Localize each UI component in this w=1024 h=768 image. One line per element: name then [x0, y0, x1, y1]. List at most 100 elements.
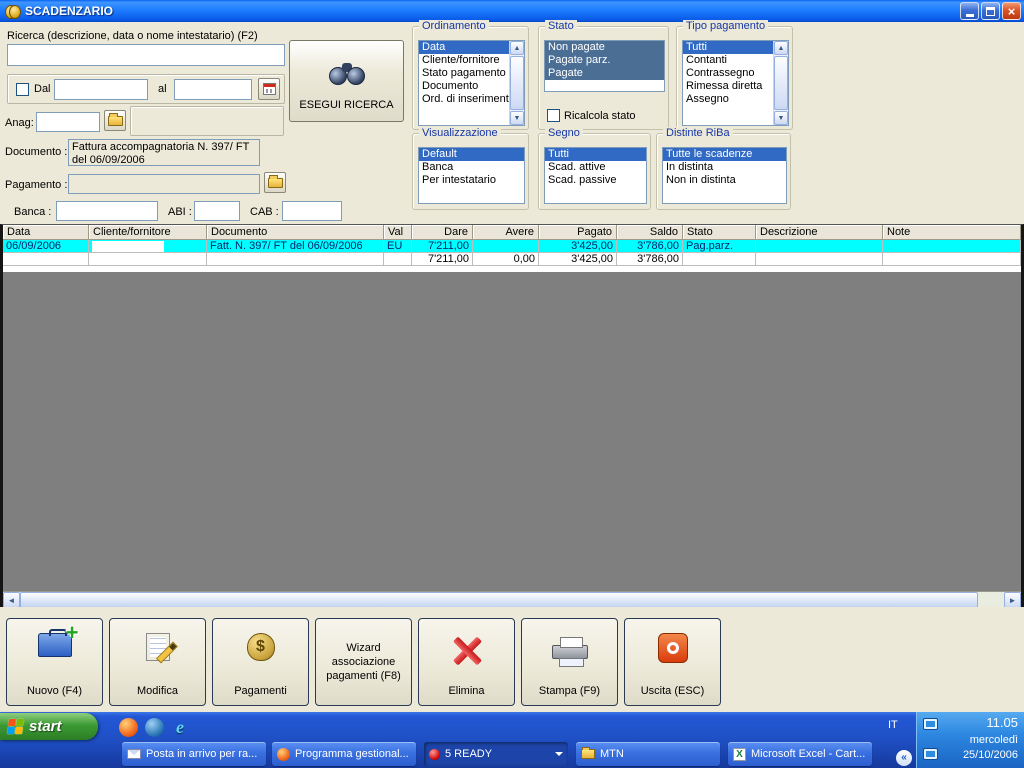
- uscita-button[interactable]: Uscita (ESC): [624, 618, 721, 706]
- language-indicator[interactable]: IT: [888, 719, 898, 731]
- anag-input[interactable]: [36, 112, 100, 132]
- list-item[interactable]: Rimessa diretta: [683, 80, 773, 93]
- taskbar-item-excel[interactable]: X Microsoft Excel - Cart...: [728, 742, 872, 766]
- edit-icon: [145, 633, 170, 661]
- list-item[interactable]: Documento: [419, 80, 509, 93]
- ricerca-input[interactable]: [7, 44, 285, 66]
- quicklaunch-mail-icon[interactable]: [144, 717, 164, 737]
- list-item[interactable]: Pagate parz.: [545, 54, 664, 67]
- column-header[interactable]: Descrizione: [756, 225, 883, 240]
- anag-lookup-button[interactable]: [104, 110, 126, 131]
- quicklaunch-ie-icon[interactable]: e: [170, 717, 190, 737]
- list-item[interactable]: In distinta: [663, 161, 786, 174]
- scroll-right-icon[interactable]: ►: [1004, 592, 1021, 608]
- list-item[interactable]: Scad. attive: [545, 161, 646, 174]
- column-header[interactable]: Documento: [207, 225, 384, 240]
- column-header[interactable]: Cliente/fornitore: [89, 225, 207, 240]
- scrollbar-vertical[interactable]: ▲ ▼: [773, 41, 788, 125]
- dal-input[interactable]: [54, 79, 148, 100]
- minimize-button[interactable]: [960, 2, 979, 20]
- list-item[interactable]: Tutti: [683, 41, 773, 54]
- quicklaunch-firefox-icon[interactable]: [118, 717, 138, 737]
- distinte-riba-listbox[interactable]: Tutte le scadenze In distinta Non in dis…: [662, 147, 787, 204]
- tray-computer-icon[interactable]: [923, 748, 938, 760]
- pagamento-lookup-button[interactable]: [264, 172, 286, 193]
- al-input[interactable]: [174, 79, 252, 100]
- column-header[interactable]: Saldo: [617, 225, 683, 240]
- list-item[interactable]: Non pagate: [545, 41, 664, 54]
- esegui-ricerca-button[interactable]: ESEGUI RICERCA: [289, 40, 404, 122]
- list-item[interactable]: Tutti: [545, 148, 646, 161]
- visualizzazione-listbox[interactable]: Default Banca Per intestatario: [418, 147, 525, 204]
- abi-input[interactable]: [194, 201, 240, 221]
- clock-time[interactable]: 11.05: [986, 715, 1018, 730]
- list-item[interactable]: Per intestatario: [419, 174, 524, 187]
- cell-avere: [473, 240, 539, 252]
- close-button[interactable]: ×: [1002, 2, 1021, 20]
- column-header[interactable]: Dare: [412, 225, 473, 240]
- scroll-thumb[interactable]: [774, 56, 788, 110]
- list-item[interactable]: Tutte le scadenze: [663, 148, 786, 161]
- list-item[interactable]: Pagate: [545, 67, 664, 80]
- group-visualizzazione: Visualizzazione Default Banca Per intest…: [412, 127, 529, 210]
- taskbar-item-ready[interactable]: 5 READY: [424, 742, 568, 766]
- list-item[interactable]: Ord. di inserimento: [419, 93, 509, 106]
- stato-listbox[interactable]: Non pagate Pagate parz. Pagate: [544, 40, 665, 92]
- dropdown-arrow-icon[interactable]: [555, 752, 563, 760]
- elimina-button[interactable]: Elimina: [418, 618, 515, 706]
- tray-chevron-icon[interactable]: «: [896, 750, 912, 766]
- list-item[interactable]: Default: [419, 148, 524, 161]
- scrollbar-horizontal[interactable]: ◄ ►: [3, 591, 1021, 608]
- modifica-button[interactable]: Modifica: [109, 618, 206, 706]
- list-item[interactable]: Banca: [419, 161, 524, 174]
- scroll-thumb[interactable]: [510, 56, 524, 110]
- cell-dare: 7'211,00: [412, 240, 473, 252]
- cell-data: 06/09/2006: [3, 240, 89, 252]
- list-item[interactable]: Non in distinta: [663, 174, 786, 187]
- cab-input[interactable]: [282, 201, 342, 221]
- taskbar-item-posta[interactable]: Posta in arrivo per ra...: [122, 742, 266, 766]
- table-row-selected[interactable]: 06/09/2006 Fatt. N. 397/ FT del 06/09/20…: [3, 240, 1021, 253]
- ricalcola-stato-checkbox[interactable]: [547, 109, 560, 122]
- maximize-button[interactable]: [981, 2, 1000, 20]
- scrollbar-vertical[interactable]: ▲ ▼: [509, 41, 524, 125]
- column-header[interactable]: Pagato: [539, 225, 617, 240]
- scroll-thumb[interactable]: [20, 592, 978, 608]
- list-item[interactable]: Stato pagamento: [419, 67, 509, 80]
- stampa-button[interactable]: Stampa (F9): [521, 618, 618, 706]
- scroll-up-icon[interactable]: ▲: [510, 41, 524, 55]
- table-row-totals[interactable]: 7'211,00 0,00 3'425,00 3'786,00: [3, 253, 1021, 266]
- column-header[interactable]: Val: [384, 225, 412, 240]
- taskbar-item-label: Posta in arrivo per ra...: [146, 748, 258, 760]
- ordinamento-listbox[interactable]: Data Cliente/fornitore Stato pagamento D…: [418, 40, 525, 126]
- dal-checkbox[interactable]: [16, 83, 29, 96]
- list-item[interactable]: Cliente/fornitore: [419, 54, 509, 67]
- cell-cliente: [89, 240, 207, 252]
- scroll-up-icon[interactable]: ▲: [774, 41, 788, 55]
- list-item[interactable]: Contrassegno: [683, 67, 773, 80]
- list-item[interactable]: Contanti: [683, 54, 773, 67]
- scroll-down-icon[interactable]: ▼: [774, 111, 788, 125]
- column-header[interactable]: Avere: [473, 225, 539, 240]
- list-item[interactable]: Assegno: [683, 93, 773, 106]
- column-header[interactable]: Data: [3, 225, 89, 240]
- nuovo-button[interactable]: + Nuovo (F4): [6, 618, 103, 706]
- pagamenti-button[interactable]: $ Pagamenti: [212, 618, 309, 706]
- list-item[interactable]: Data: [419, 41, 509, 54]
- banca-input[interactable]: [56, 201, 158, 221]
- printer-icon: [551, 637, 588, 667]
- column-header[interactable]: Note: [883, 225, 1021, 240]
- tipo-pagamento-listbox[interactable]: Tutti Contanti Contrassegno Rimessa dire…: [682, 40, 789, 126]
- wizard-pagamenti-button[interactable]: Wizard associazione pagamenti (F8): [315, 618, 412, 706]
- taskbar-item-mtn[interactable]: MTN: [576, 742, 720, 766]
- taskbar-item-gestionale[interactable]: Programma gestional...: [272, 742, 416, 766]
- scroll-left-icon[interactable]: ◄: [3, 592, 20, 608]
- start-button[interactable]: start: [0, 713, 98, 740]
- exit-icon: [657, 633, 688, 663]
- segno-listbox[interactable]: Tutti Scad. attive Scad. passive: [544, 147, 647, 204]
- scroll-down-icon[interactable]: ▼: [510, 111, 524, 125]
- calendar-button[interactable]: [258, 78, 280, 100]
- column-header[interactable]: Stato: [683, 225, 756, 240]
- tray-monitor-icon[interactable]: [923, 718, 938, 730]
- list-item[interactable]: Scad. passive: [545, 174, 646, 187]
